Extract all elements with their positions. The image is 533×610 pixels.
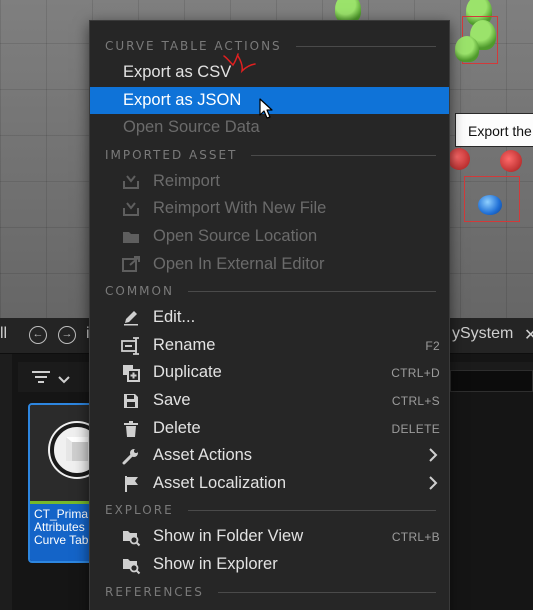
toolbar-path-fragment: ySystem bbox=[452, 325, 514, 342]
menu-section-divider bbox=[188, 291, 436, 293]
sources-panel-edge bbox=[0, 354, 12, 610]
menu-item-label: Show in Folder View bbox=[153, 527, 304, 546]
menu-section-label: COMMON bbox=[105, 284, 174, 299]
reimport-icon bbox=[121, 199, 141, 219]
toolbar-text-fragment: ll bbox=[0, 325, 8, 342]
menu-item-show-in-folder-view[interactable]: Show in Folder View CTRL+B bbox=[90, 523, 449, 550]
menu-section-label: REFERENCES bbox=[105, 584, 204, 599]
chevron-right-icon bbox=[426, 448, 440, 462]
tooltip: Export the bbox=[455, 113, 533, 147]
shortcut-label: DELETE bbox=[391, 421, 440, 436]
duplicate-icon bbox=[121, 363, 141, 383]
menu-item-export-as-csv[interactable]: Export as CSV bbox=[90, 59, 449, 86]
red-marker bbox=[448, 148, 470, 170]
red-marker bbox=[500, 150, 522, 172]
menu-item-edit[interactable]: Edit... bbox=[90, 304, 449, 331]
chevron-right-icon bbox=[426, 476, 440, 490]
external-editor-icon bbox=[121, 255, 141, 275]
menu-item-label: Export as CSV bbox=[123, 63, 232, 81]
menu-section-label: EXPLORE bbox=[105, 503, 174, 518]
menu-section-header: CURVE TABLE ACTIONS bbox=[90, 33, 449, 59]
menu-section-label: CURVE TABLE ACTIONS bbox=[105, 39, 282, 53]
shortcut-label: CTRL+S bbox=[391, 394, 440, 408]
menu-item-delete[interactable]: Delete DELETE bbox=[90, 415, 449, 442]
menu-item-label: Asset Localization bbox=[153, 473, 286, 492]
shortcut-label: CTRL+B bbox=[391, 530, 440, 545]
menu-section-header: REFERENCES bbox=[90, 579, 449, 605]
asset-type-label: Curve Tab bbox=[34, 533, 89, 547]
menu-section-header: IMPORTED ASSET bbox=[90, 142, 449, 168]
close-icon[interactable]: ✕ bbox=[524, 325, 533, 345]
folder-search-icon bbox=[121, 527, 141, 547]
menu-item-rename[interactable]: Rename F2 bbox=[90, 332, 449, 359]
menu-section-label: IMPORTED ASSET bbox=[105, 147, 238, 162]
menu-item-label: Delete bbox=[153, 418, 201, 437]
menu-item-reimport: Reimport bbox=[90, 168, 449, 195]
chevron-down-icon[interactable] bbox=[58, 371, 70, 384]
wrench-icon bbox=[121, 446, 141, 466]
menu-item-label: Save bbox=[153, 391, 191, 409]
trash-icon bbox=[121, 419, 141, 439]
menu-section-divider bbox=[188, 510, 436, 512]
rename-icon bbox=[121, 336, 141, 356]
menu-section-divider bbox=[251, 154, 436, 156]
menu-item-open-in-external-editor: Open In External Editor bbox=[90, 251, 449, 278]
menu-item-label: Reimport With New File bbox=[153, 199, 327, 218]
shortcut-label: F2 bbox=[425, 338, 440, 353]
menu-item-label: Open Source Location bbox=[153, 227, 318, 245]
menu-section-divider bbox=[218, 591, 436, 593]
flag-icon bbox=[121, 474, 141, 494]
folder-icon bbox=[121, 227, 141, 247]
menu-item-label: Open Source Data bbox=[123, 118, 260, 137]
menu-item-label: Duplicate bbox=[153, 363, 222, 382]
menu-item-label: Reimport bbox=[153, 171, 220, 190]
menu-item-label: Edit... bbox=[153, 308, 196, 327]
asset-thumbnail bbox=[30, 405, 96, 501]
forward-icon[interactable]: → bbox=[58, 326, 76, 344]
search-input[interactable] bbox=[450, 370, 533, 392]
menu-item-label: Open In External Editor bbox=[153, 254, 325, 273]
menu-section-header: EXPLORE bbox=[90, 497, 449, 523]
menu-item-asset-localization[interactable]: Asset Localization bbox=[90, 470, 449, 497]
menu-item-open-source-location: Open Source Location bbox=[90, 223, 449, 250]
menu-item-label: Show in Explorer bbox=[153, 555, 278, 573]
back-icon[interactable]: ← bbox=[29, 326, 47, 344]
asset-tile[interactable]: CT_Prima Attributes Curve Tab bbox=[28, 403, 98, 563]
menu-item-save[interactable]: Save CTRL+S bbox=[90, 387, 449, 414]
menu-item-show-in-explorer[interactable]: Show in Explorer bbox=[90, 551, 449, 578]
menu-item-duplicate[interactable]: Duplicate CTRL+D bbox=[90, 359, 449, 386]
save-icon bbox=[121, 391, 141, 411]
pencil-icon bbox=[121, 308, 141, 328]
menu-item-label: Rename bbox=[153, 335, 216, 354]
red-annotation-mark bbox=[223, 53, 256, 74]
asset-label: CT_Prima Attributes Curve Tab bbox=[30, 504, 96, 561]
mouse-cursor bbox=[259, 98, 273, 119]
menu-item-reimport-with-new-file: Reimport With New File bbox=[90, 195, 449, 222]
menu-item-asset-actions[interactable]: Asset Actions bbox=[90, 442, 449, 469]
menu-section-header: COMMON bbox=[90, 278, 449, 304]
menu-item-label: Export as JSON bbox=[123, 90, 242, 109]
folder-search-icon bbox=[121, 555, 141, 575]
shortcut-label: CTRL+D bbox=[391, 366, 440, 381]
menu-section-divider bbox=[296, 46, 436, 47]
cube-icon bbox=[66, 437, 88, 461]
blue-orb bbox=[478, 195, 502, 215]
character-figure bbox=[455, 36, 479, 62]
menu-item-label: Asset Actions bbox=[153, 446, 253, 465]
reimport-icon bbox=[121, 172, 141, 192]
filter-icon[interactable] bbox=[32, 369, 50, 385]
